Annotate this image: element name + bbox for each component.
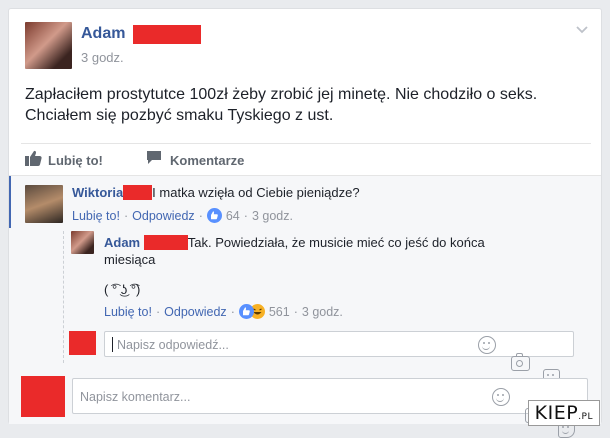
emoji-icon[interactable] xyxy=(492,388,510,406)
separator-dot: · xyxy=(198,208,203,223)
comment-reply-link[interactable]: Odpowiedz xyxy=(132,209,195,223)
divider xyxy=(21,143,591,144)
watermark-main: KIEP xyxy=(534,402,579,424)
censor-block xyxy=(143,235,188,250)
speech-bubble-icon xyxy=(146,150,162,170)
text-cursor xyxy=(112,337,113,352)
reply-input[interactable]: Napisz odpowiedź... xyxy=(104,331,574,386)
user-avatar xyxy=(21,376,65,417)
comment-text: miesiąca xyxy=(104,252,156,267)
comment-body: Adam Tak. Powiedziała, że musicie mieć c… xyxy=(104,234,485,298)
comment-text: I matka wzięła od Ciebie pieniądze? xyxy=(152,185,360,200)
comment-like-link[interactable]: Lubię to! xyxy=(72,209,120,223)
user-avatar xyxy=(69,331,96,355)
comment-actions: Lubię to! · Odpowiedz · 561 · 3 godz. xyxy=(104,304,343,319)
commenter-name[interactable]: Wiktoria xyxy=(72,185,123,200)
post-text-line: Chciałem się pozbyć smaku Tyskiego z ust… xyxy=(25,107,334,124)
separator-dot: · xyxy=(155,304,161,319)
commenter-avatar[interactable] xyxy=(25,185,63,223)
like-action-label: Lubię to! xyxy=(48,152,103,168)
reply-input-placeholder: Napisz odpowiedź... xyxy=(117,338,229,352)
emoji-icon[interactable] xyxy=(478,336,496,354)
comment-body: Wiktoria I matka wzięła od Ciebie pieniąd… xyxy=(72,185,360,200)
options-chevron-icon[interactable] xyxy=(575,22,589,34)
separator-dot: · xyxy=(293,304,298,319)
camera-icon[interactable] xyxy=(511,353,530,371)
kiep-watermark-logo: KIEP.PL xyxy=(527,400,600,426)
author-name[interactable]: Adam xyxy=(81,25,125,43)
comment-actions: Lubię to! · Odpowiedz · 64 · 3 godz. xyxy=(72,208,293,223)
comment-highlight-bar xyxy=(9,176,11,228)
separator-dot: · xyxy=(123,208,129,223)
thumbs-up-icon xyxy=(25,150,42,171)
separator-dot: · xyxy=(243,208,248,223)
comment-input-placeholder: Napisz komentarz... xyxy=(80,390,191,404)
comment-like-link[interactable]: Lubię to! xyxy=(104,305,152,319)
comment-action-label: Komentarze xyxy=(170,152,245,168)
comment-input[interactable]: Napisz komentarz... xyxy=(72,378,588,438)
comment-action-button[interactable]: Komentarze xyxy=(146,150,244,170)
censor-block xyxy=(133,25,201,44)
like-action-button[interactable]: Lubię to! xyxy=(25,150,103,170)
like-reaction-icon[interactable] xyxy=(206,208,222,223)
post-card: Adam 3 godz. Zapłaciłem prostytutce 100z… xyxy=(8,8,602,438)
comment-timestamp[interactable]: 3 godz. xyxy=(252,209,293,223)
comment-timestamp[interactable]: 3 godz. xyxy=(302,305,343,319)
comment-reply-link[interactable]: Odpowiedz xyxy=(164,305,227,319)
comment-emoticon: ( ͡° ͜ʖ ͡°) xyxy=(104,282,141,297)
author-avatar[interactable] xyxy=(25,22,72,69)
comment-text: Tak. Powiedziała, że musicie mieć co jeś… xyxy=(187,235,485,250)
commenter-avatar[interactable] xyxy=(71,231,94,254)
censor-block xyxy=(123,185,153,200)
post-text: Zapłaciłem prostytutce 100zł żeby zrobić… xyxy=(25,84,537,126)
reaction-count[interactable]: 561 xyxy=(269,305,290,319)
post-text-line: Zapłaciłem prostytutce 100zł żeby zrobić… xyxy=(25,86,538,103)
separator-dot: · xyxy=(230,304,235,319)
like-reaction-icon[interactable] xyxy=(238,304,254,319)
reaction-count[interactable]: 64 xyxy=(226,209,240,223)
reply-thread-line xyxy=(63,231,65,363)
commenter-name[interactable]: Adam xyxy=(104,235,140,250)
post-timestamp[interactable]: 3 godz. xyxy=(81,50,124,65)
watermark-suffix: .PL xyxy=(578,412,593,422)
